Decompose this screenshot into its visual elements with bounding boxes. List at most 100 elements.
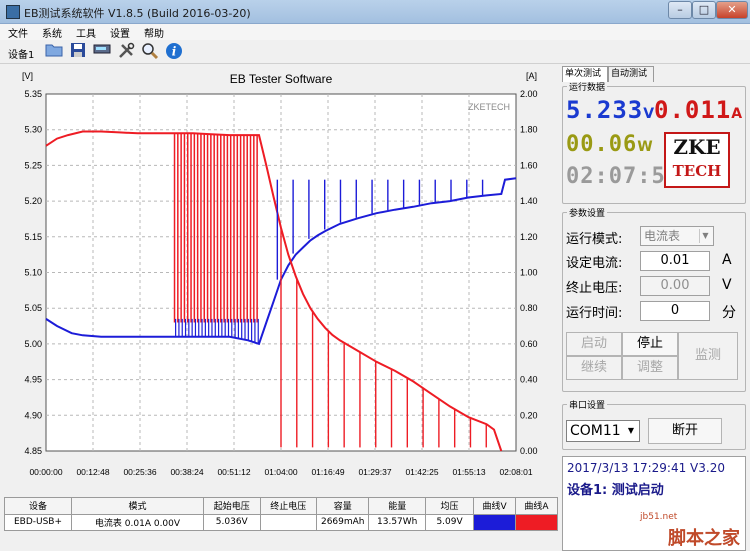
run-time-label: 运行时间: xyxy=(566,306,623,321)
power-value: 00.06 xyxy=(566,132,638,157)
set-current-input[interactable]: 0.01 xyxy=(640,251,710,271)
eb-chart: 5.35 2.00 5.30 1.80 5.25 1.60 5.20 1.40 5.15 1.20… xyxy=(22,71,538,477)
y-right-tick-label: 0.80 xyxy=(520,303,538,313)
cell-end-voltage xyxy=(259,513,318,531)
y-left-tick-label: 5.15 xyxy=(24,232,42,242)
tools-icon[interactable] xyxy=(116,42,136,62)
mode-select[interactable]: 电流表 ▼ xyxy=(640,226,714,246)
maximize-button[interactable]: □ xyxy=(692,1,716,19)
save-icon[interactable] xyxy=(68,42,88,62)
menu-system[interactable]: 系统 xyxy=(34,24,68,40)
voltage-unit: V xyxy=(643,106,655,122)
close-button[interactable]: ✕ xyxy=(716,1,748,19)
x-tick-label: 00:12:48 xyxy=(76,467,109,477)
chevron-down-icon: ▼ xyxy=(627,426,635,435)
com-port-select[interactable]: COM11 ▼ xyxy=(566,420,640,442)
y-left-tick-label: 5.30 xyxy=(24,125,42,135)
start-button[interactable]: 启动 xyxy=(566,332,622,356)
voltage-value: 5.233 xyxy=(566,96,644,124)
y-right-tick-label: 0.00 xyxy=(520,446,538,456)
col-device: 设备 xyxy=(3,497,73,515)
tab-single-test[interactable]: 单次测试 xyxy=(562,66,608,82)
power-unit: W xyxy=(637,139,653,155)
cutoff-voltage-unit: V xyxy=(722,277,732,293)
serial-label: 串口设置 xyxy=(567,398,608,411)
y-right-tick-label: 2.00 xyxy=(520,89,538,99)
device-label: 设备1 xyxy=(8,50,35,61)
svg-text:i: i xyxy=(172,45,177,59)
status-message: 设备1: 测试启动 xyxy=(567,483,664,498)
y-right-tick-label: 0.40 xyxy=(520,375,538,385)
x-tick-label: 01:04:00 xyxy=(264,467,297,477)
power-readout: 00.06W xyxy=(566,132,653,157)
x-tick-label: 01:55:13 xyxy=(452,467,485,477)
x-tick-label: 01:16:49 xyxy=(311,467,344,477)
open-folder-icon[interactable] xyxy=(44,42,64,62)
curve-a-color-swatch[interactable] xyxy=(515,513,558,531)
x-tick-label: 01:29:37 xyxy=(358,467,391,477)
menu-help[interactable]: 帮助 xyxy=(136,24,170,40)
current-readout: 0.011A xyxy=(654,96,742,124)
voltage-readout: 5.233V xyxy=(566,96,654,124)
stop-button[interactable]: 停止 xyxy=(622,332,678,356)
right-panel: 单次测试 自动测试 运行数据 5.233V 0.011A 00.06W 02:0… xyxy=(560,64,748,551)
adjust-button[interactable]: 调整 xyxy=(622,356,678,380)
cell-avg-voltage: 5.09V xyxy=(424,513,475,531)
cell-energy: 13.57Wh xyxy=(368,513,426,531)
x-tick-label: 00:25:36 xyxy=(123,467,156,477)
cutoff-voltage-label: 终止电压: xyxy=(566,281,623,296)
bottom-strip xyxy=(0,533,560,551)
menu-file[interactable]: 文件 xyxy=(0,24,34,40)
logo-top-text: ZKE xyxy=(673,135,721,159)
cell-start-voltage: 5.036V xyxy=(202,513,261,531)
col-end-voltage: 终止电压 xyxy=(259,497,318,515)
minimize-button[interactable]: – xyxy=(668,1,692,19)
device-icon[interactable] xyxy=(92,42,112,62)
x-tick-label: 01:42:25 xyxy=(405,467,438,477)
current-value: 0.011 xyxy=(654,96,732,124)
disconnect-button[interactable]: 断开 xyxy=(648,418,722,444)
x-tick-label: 02:08:01 xyxy=(499,467,532,477)
set-current-label: 设定电流: xyxy=(566,256,623,271)
menu-settings[interactable]: 设置 xyxy=(102,24,136,40)
info-icon[interactable]: i xyxy=(164,42,184,62)
col-curve-a: 曲线A xyxy=(515,497,558,515)
table-row[interactable]: EBD-USB+ 电流表 0.01A 0.00V 5.036V 2669mAh … xyxy=(3,513,558,531)
cutoff-voltage-input[interactable]: 0.00 xyxy=(640,276,710,296)
y-left-tick-label: 5.25 xyxy=(24,160,42,170)
x-tick-label: 00:51:12 xyxy=(217,467,250,477)
col-start-voltage: 起始电压 xyxy=(202,497,261,515)
y-left-tick-label: 5.20 xyxy=(24,196,42,206)
col-mode: 模式 xyxy=(71,497,204,515)
col-capacity: 容量 xyxy=(316,497,370,515)
y-right-tick-label: 1.00 xyxy=(520,268,538,278)
search-icon[interactable] xyxy=(140,42,160,62)
x-tick-label: 00:38:24 xyxy=(170,467,203,477)
y-right-tick-label: 1.40 xyxy=(520,196,538,206)
watermark-site: jb51.net xyxy=(640,512,678,522)
tab-auto-test[interactable]: 自动测试 xyxy=(608,66,654,82)
y-left-tick-label: 5.35 xyxy=(24,89,42,99)
table-header-row: 设备 模式 起始电压 终止电压 容量 能量 均压 曲线V 曲线A xyxy=(3,497,558,515)
run-time-input[interactable]: 0 xyxy=(640,301,710,321)
window-title: EB测试系统软件 V1.8.5 (Build 2016-03-20) xyxy=(24,7,251,20)
chart-panel: 5.35 2.00 5.30 1.80 5.25 1.60 5.20 1.40 5.15 1.20… xyxy=(4,64,558,496)
cell-mode: 电流表 0.01A 0.00V xyxy=(71,513,204,531)
y-right-tick-label: 1.20 xyxy=(520,232,538,242)
menu-tools[interactable]: 工具 xyxy=(68,24,102,40)
y-left-tick-label: 4.95 xyxy=(24,375,42,385)
col-energy: 能量 xyxy=(368,497,426,515)
curve-v-color-swatch[interactable] xyxy=(473,513,517,531)
mode-label: 运行模式: xyxy=(566,232,623,247)
monitor-button[interactable]: 监测 xyxy=(678,332,738,380)
y-left-tick-label: 4.85 xyxy=(24,446,42,456)
mode-select-value: 电流表 xyxy=(644,229,681,243)
cell-capacity: 2669mAh xyxy=(316,513,370,531)
results-table: 设备 模式 起始电压 终止电压 容量 能量 均压 曲线V 曲线A EBD-USB… xyxy=(3,497,558,531)
y-right-tick-label: 0.20 xyxy=(520,410,538,420)
continue-button[interactable]: 继续 xyxy=(566,356,622,380)
y-left-tick-label: 5.10 xyxy=(24,268,42,278)
elapsed-value: 02:07:56 xyxy=(566,164,680,189)
y-left-tick-label: 5.05 xyxy=(24,303,42,313)
title-bar: EB测试系统软件 V1.8.5 (Build 2016-03-20) – □ ✕ xyxy=(0,0,750,24)
